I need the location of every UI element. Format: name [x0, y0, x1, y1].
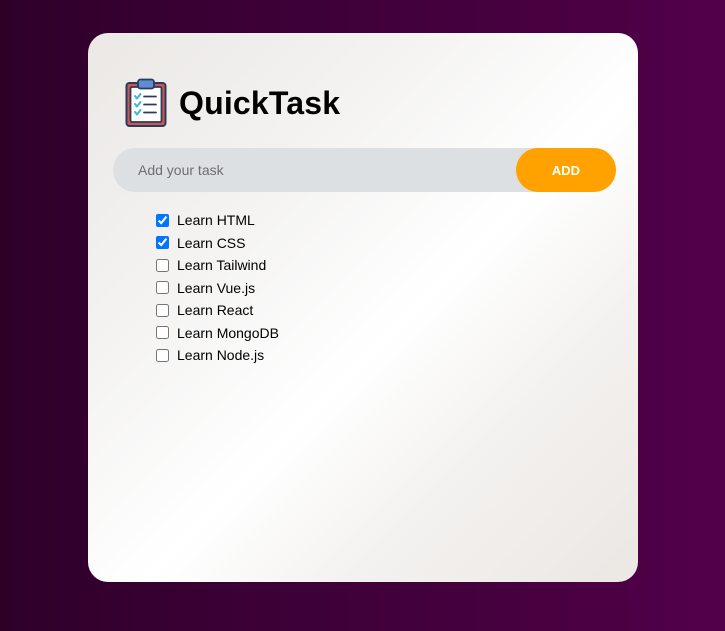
task-label: Learn Node.js	[177, 347, 265, 364]
task-item: Learn Vue.js	[156, 277, 279, 300]
task-checkbox[interactable]	[156, 213, 169, 227]
task-label: Learn React	[177, 302, 254, 319]
task-checkbox[interactable]	[156, 236, 169, 250]
task-label: Learn CSS	[177, 234, 246, 251]
task-item: Learn MongoDB	[156, 322, 279, 345]
task-item: Learn Tailwind	[156, 254, 279, 277]
app-header: QuickTask	[125, 78, 340, 128]
task-list: Learn HTML Learn CSS Learn Tailwind Learn V…	[156, 209, 279, 367]
clipboard-checklist-icon	[125, 78, 167, 127]
task-input-row: ADD	[113, 147, 616, 193]
task-label: Learn Vue.js	[177, 279, 256, 296]
task-input[interactable]	[113, 147, 516, 193]
task-checkbox[interactable]	[156, 281, 169, 295]
task-card: QuickTask ADD Learn HTML Learn CSS Learn T…	[88, 33, 638, 582]
task-label: Learn HTML	[177, 212, 255, 229]
task-checkbox[interactable]	[156, 303, 169, 317]
task-checkbox[interactable]	[156, 326, 169, 340]
task-label: Learn MongoDB	[177, 324, 279, 341]
app-title: QuickTask	[179, 84, 341, 121]
task-item: Learn React	[156, 299, 279, 322]
task-checkbox[interactable]	[156, 348, 169, 362]
task-item: Learn CSS	[156, 232, 279, 255]
task-checkbox[interactable]	[156, 258, 169, 272]
task-label: Learn Tailwind	[177, 257, 267, 274]
add-button[interactable]: ADD	[516, 148, 616, 192]
task-item: Learn Node.js	[156, 344, 279, 367]
task-item: Learn HTML	[156, 209, 279, 232]
